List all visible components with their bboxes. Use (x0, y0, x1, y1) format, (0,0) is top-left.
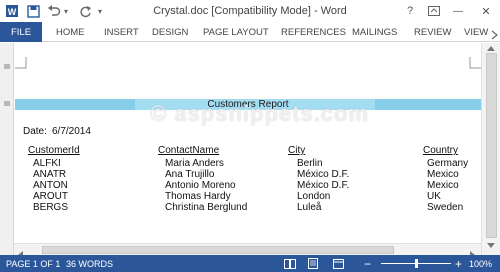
cell-contactname: Thomas Hardy (165, 191, 231, 202)
scroll-left-icon[interactable] (17, 246, 23, 255)
cell-contactname: Ana Trujillo (165, 169, 215, 180)
ribbon-display-options-button[interactable] (424, 0, 444, 22)
cell-country: Sweden (427, 202, 464, 213)
scroll-right-icon[interactable] (470, 246, 476, 255)
cell-country: Mexico (427, 180, 459, 191)
ruler-margin-marker (4, 101, 10, 106)
customize-qat-icon[interactable]: ▾ (98, 7, 102, 16)
tab-insert[interactable]: INSERT (104, 22, 139, 42)
help-icon: ? (406, 5, 414, 17)
document-page[interactable]: Customers Report Date: 6/7/2014 Customer… (15, 43, 481, 243)
tab-home[interactable]: HOME (56, 22, 85, 42)
ribbon-display-icon (428, 6, 440, 16)
word-app-icon[interactable]: W (3, 2, 21, 20)
column-header-customerid: CustomerId (28, 145, 80, 156)
cell-customerid: BERGS (33, 202, 69, 213)
column-header-city: City (288, 145, 306, 156)
tab-review[interactable]: REVIEW (414, 22, 451, 42)
tab-mailings[interactable]: MAILINGS (352, 22, 397, 42)
status-bar: PAGE 1 OF 1 36 WORDS − + 100% (0, 255, 500, 272)
read-mode-icon[interactable] (284, 255, 296, 272)
save-icon[interactable] (24, 2, 42, 20)
cell-city: Berlin (297, 158, 323, 169)
ribbon-collapse-arrow-icon[interactable] (490, 27, 499, 40)
date-value: 6/7/2014 (52, 126, 91, 137)
window-title: Crystal.doc [Compatibility Mode] - Word (153, 5, 347, 17)
cell-contactname: Maria Anders (165, 158, 224, 169)
minimize-button[interactable]: — (448, 0, 468, 22)
cell-city: México D.F. (297, 169, 350, 180)
quick-access-toolbar: W ▾ ▾ (0, 0, 102, 22)
cell-city: London (297, 191, 331, 202)
zoom-in-button[interactable]: + (455, 255, 462, 272)
page-count[interactable]: PAGE 1 OF 1 (6, 255, 60, 272)
horizontal-scroll-thumb[interactable] (42, 246, 394, 254)
scroll-down-icon[interactable] (486, 241, 496, 251)
minimize-icon: — (453, 5, 463, 17)
tab-references[interactable]: REFERENCES (281, 22, 346, 42)
zoom-slider-thumb[interactable] (414, 259, 418, 268)
margin-corner-top-right (469, 57, 481, 69)
web-layout-icon[interactable] (333, 255, 344, 272)
cell-city: México D.F. (297, 180, 350, 191)
close-button[interactable]: ✕ (476, 0, 496, 22)
cell-city: Luleå (297, 202, 322, 213)
watermark: © aspsnippets.com (150, 101, 370, 126)
ruler-margin-top (4, 64, 10, 69)
word-count[interactable]: 36 WORDS (66, 255, 113, 272)
zoom-level[interactable]: 100% (469, 255, 492, 272)
cell-customerid: ALFKI (33, 158, 61, 169)
horizontal-scrollbar[interactable] (14, 243, 481, 255)
title-bar: W ▾ ▾ Crystal.doc [Compatibility Mode] -… (0, 0, 500, 22)
column-header-contactname: ContactName (158, 145, 220, 156)
cell-customerid: ANATR (33, 169, 67, 180)
cell-country: Mexico (427, 169, 459, 180)
tab-design[interactable]: DESIGN (152, 22, 188, 42)
cell-customerid: ANTON (33, 180, 68, 191)
help-button[interactable]: ? (400, 0, 420, 22)
cell-country: UK (427, 191, 441, 202)
column-header-country: Country (423, 145, 459, 156)
undo-dropdown-icon[interactable]: ▾ (64, 7, 68, 16)
zoom-out-button[interactable]: − (364, 255, 371, 272)
ribbon-tabs: FILE HOME INSERT DESIGN PAGE LAYOUT REFE… (0, 22, 500, 42)
cell-contactname: Antonio Moreno (165, 180, 236, 191)
vertical-ruler (0, 43, 14, 255)
svg-text:W: W (8, 7, 17, 17)
document-area: Customers Report Date: 6/7/2014 Customer… (0, 43, 500, 255)
close-icon: ✕ (481, 5, 491, 18)
vertical-scrollbar[interactable] (481, 43, 500, 255)
cell-contactname: Christina Berglund (165, 202, 248, 213)
print-layout-icon[interactable] (308, 255, 318, 272)
scroll-up-icon[interactable] (486, 43, 496, 53)
cell-country: Germany (427, 158, 469, 169)
tab-file[interactable]: FILE (0, 22, 42, 42)
date-label: Date: (23, 126, 47, 137)
tab-page-layout[interactable]: PAGE LAYOUT (203, 22, 269, 42)
tab-view[interactable]: VIEW (464, 22, 488, 42)
cell-customerid: AROUT (33, 191, 68, 202)
undo-icon[interactable] (45, 2, 63, 20)
margin-corner-top-left (15, 57, 27, 69)
vertical-scroll-thumb[interactable] (486, 53, 497, 238)
redo-icon[interactable] (76, 2, 94, 20)
